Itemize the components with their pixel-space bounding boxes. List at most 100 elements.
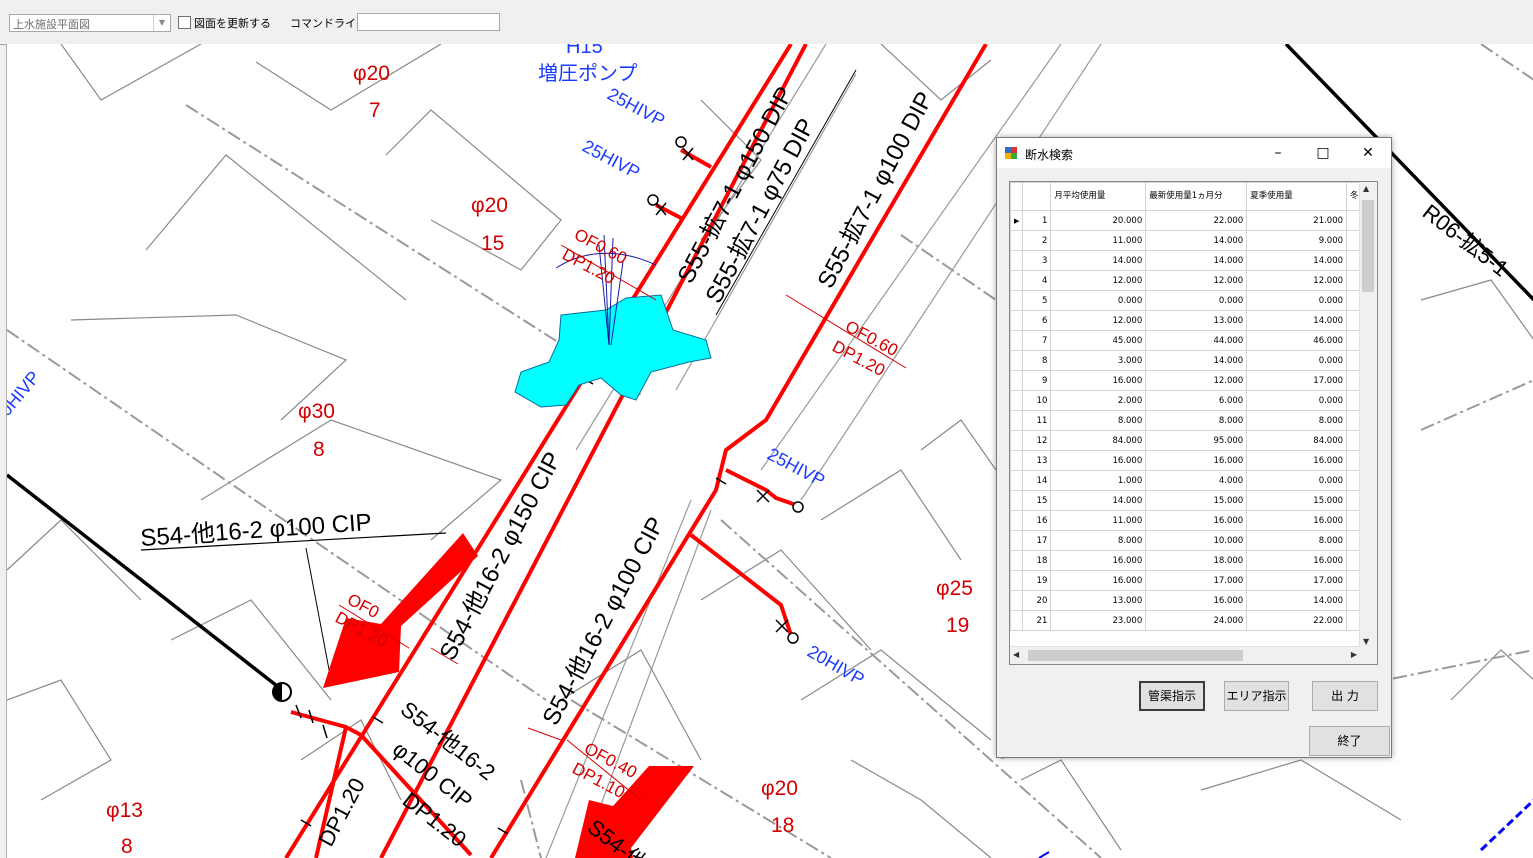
table-row[interactable]: 7 45.000 44.000 46.000 [1010,330,1377,351]
latest-usage-cell[interactable]: 14.000 [1145,250,1248,271]
latest-usage-cell[interactable]: 44.000 [1145,330,1248,351]
row-selector[interactable] [1010,370,1024,391]
row-number-cell[interactable]: 21 [1022,610,1052,631]
table-row[interactable]: 16 11.000 16.000 16.000 [1010,510,1377,531]
monthly-average-cell[interactable]: 8.000 [1050,410,1147,431]
monthly-average-cell[interactable]: 8.000 [1050,530,1147,551]
table-row[interactable]: 9 16.000 12.000 17.000 [1010,370,1377,391]
row-selector[interactable] [1010,270,1024,291]
summer-usage-cell[interactable]: 84.000 [1246,430,1348,451]
monthly-average-cell[interactable]: 1.000 [1050,470,1147,491]
horizontal-scroll-thumb[interactable] [1028,650,1243,661]
summer-usage-cell[interactable]: 21.000 [1246,210,1348,231]
row-number-cell[interactable]: 13 [1022,450,1052,471]
close-window-button[interactable]: ✕ [1345,138,1391,168]
row-number-cell[interactable]: 14 [1022,470,1052,491]
monthly-average-cell[interactable]: 16.000 [1050,450,1147,471]
table-row[interactable]: 11 8.000 8.000 8.000 [1010,410,1377,431]
maximize-button[interactable]: □ [1300,138,1346,168]
table-row[interactable]: 17 8.000 10.000 8.000 [1010,530,1377,551]
summer-usage-cell[interactable]: 16.000 [1246,510,1348,531]
summer-usage-cell[interactable]: 8.000 [1246,530,1348,551]
row-number-cell[interactable]: 5 [1022,290,1052,311]
monthly-average-cell[interactable]: 11.000 [1050,510,1147,531]
update-map-checkbox[interactable] [178,16,191,29]
row-selector[interactable] [1010,450,1024,471]
latest-usage-cell[interactable]: 14.000 [1145,350,1248,371]
latest-usage-cell[interactable]: 95.000 [1145,430,1248,451]
monthly-average-cell[interactable]: 12.000 [1050,310,1147,331]
latest-usage-cell[interactable]: 0.000 [1145,290,1248,311]
summer-usage-cell[interactable]: 0.000 [1246,470,1348,491]
command-line-input[interactable] [357,13,500,31]
latest-usage-cell[interactable]: 12.000 [1145,370,1248,391]
output-button[interactable]: 出 力 [1312,681,1378,711]
row-number-cell[interactable]: 7 [1022,330,1052,351]
row-selector[interactable] [1010,310,1024,331]
table-row[interactable]: 5 0.000 0.000 0.000 [1010,290,1377,311]
table-row[interactable]: 10 2.000 6.000 0.000 [1010,390,1377,411]
summer-usage-cell[interactable]: 46.000 [1246,330,1348,351]
table-row[interactable]: 12 84.000 95.000 84.000 [1010,430,1377,451]
table-row[interactable]: ▶ 1 20.000 22.000 21.000 [1010,210,1377,231]
row-number-cell[interactable]: 11 [1022,410,1052,431]
layer-select[interactable]: 上水施設平面図 ▼ [9,14,171,32]
row-selector[interactable] [1010,230,1024,251]
row-number-cell[interactable]: 3 [1022,250,1052,271]
monthly-average-cell[interactable]: 16.000 [1050,550,1147,571]
summer-usage-cell[interactable]: 9.000 [1246,230,1348,251]
latest-usage-cell[interactable]: 4.000 [1145,470,1248,491]
vertical-scroll-thumb[interactable] [1362,200,1374,292]
summer-usage-cell[interactable]: 14.000 [1246,250,1348,271]
chevron-down-icon[interactable]: ▼ [153,15,170,31]
row-number-cell[interactable]: 8 [1022,350,1052,371]
usage-data-grid[interactable]: 月平均使用量 最新使用量1ヵ月分 夏季使用量 冬 ▶ 1 20.000 22.000 2… [1009,181,1378,665]
row-selector[interactable] [1010,350,1024,371]
row-number-cell[interactable]: 19 [1022,570,1052,591]
dialog-titlebar[interactable]: 断水検索 – □ ✕ [997,138,1391,168]
monthly-average-cell[interactable]: 11.000 [1050,230,1147,251]
latest-usage-cell[interactable]: 17.000 [1145,570,1248,591]
row-number-cell[interactable]: 2 [1022,230,1052,251]
monthly-average-cell[interactable]: 45.000 [1050,330,1147,351]
exit-button[interactable]: 終了 [1309,726,1390,756]
summer-usage-cell[interactable]: 17.000 [1246,370,1348,391]
minimize-button[interactable]: – [1255,138,1301,168]
row-number-cell[interactable]: 15 [1022,490,1052,511]
monthly-average-cell[interactable]: 3.000 [1050,350,1147,371]
scroll-down-icon[interactable]: ▼ [1363,637,1369,646]
table-row[interactable]: 20 13.000 16.000 14.000 [1010,590,1377,611]
row-selector[interactable] [1010,410,1024,431]
latest-usage-cell[interactable]: 6.000 [1145,390,1248,411]
table-row[interactable]: 19 16.000 17.000 17.000 [1010,570,1377,591]
monthly-average-cell[interactable]: 0.000 [1050,290,1147,311]
row-number-cell[interactable]: 9 [1022,370,1052,391]
latest-usage-cell[interactable]: 14.000 [1145,230,1248,251]
row-selector[interactable] [1010,590,1024,611]
monthly-average-cell[interactable]: 13.000 [1050,590,1147,611]
header-summer-usage[interactable]: 夏季使用量 [1246,182,1348,211]
table-row[interactable]: 18 16.000 18.000 16.000 [1010,550,1377,571]
row-selector[interactable] [1010,550,1024,571]
row-number-cell[interactable]: 16 [1022,510,1052,531]
table-row[interactable]: 13 16.000 16.000 16.000 [1010,450,1377,471]
latest-usage-cell[interactable]: 22.000 [1145,210,1248,231]
summer-usage-cell[interactable]: 16.000 [1246,450,1348,471]
monthly-average-cell[interactable]: 23.000 [1050,610,1147,631]
latest-usage-cell[interactable]: 10.000 [1145,530,1248,551]
latest-usage-cell[interactable]: 8.000 [1145,410,1248,431]
scroll-up-icon[interactable]: ▲ [1363,184,1369,193]
row-selector[interactable] [1010,490,1024,511]
row-selector-icon[interactable]: ▶ [1010,210,1024,231]
summer-usage-cell[interactable]: 15.000 [1246,490,1348,511]
latest-usage-cell[interactable]: 13.000 [1145,310,1248,331]
horizontal-scrollbar[interactable]: ◀ ▶ [1010,646,1360,664]
monthly-average-cell[interactable]: 16.000 [1050,370,1147,391]
row-selector[interactable] [1010,570,1024,591]
summer-usage-cell[interactable]: 0.000 [1246,350,1348,371]
row-number-cell[interactable]: 20 [1022,590,1052,611]
row-selector[interactable] [1010,510,1024,531]
latest-usage-cell[interactable]: 16.000 [1145,450,1248,471]
table-row[interactable]: 8 3.000 14.000 0.000 [1010,350,1377,371]
monthly-average-cell[interactable]: 12.000 [1050,270,1147,291]
